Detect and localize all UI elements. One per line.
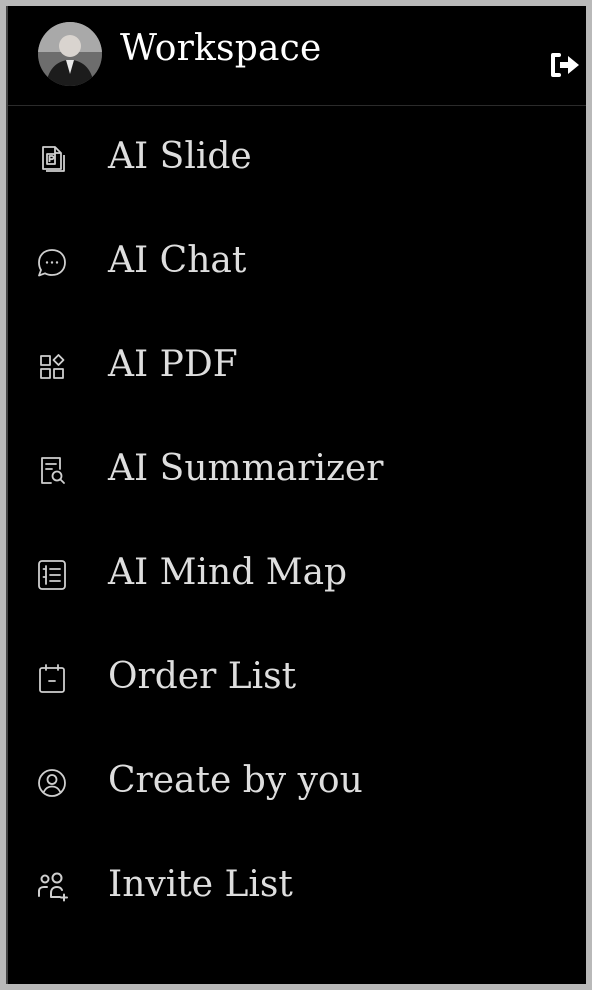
chat-bubble-icon: [34, 245, 70, 281]
sidebar-item-label: AI Slide: [108, 136, 252, 177]
slide-icon: [34, 141, 70, 177]
sidebar-item-ai-slide[interactable]: AI Slide: [8, 106, 586, 210]
workspace-title: Workspace: [120, 28, 322, 69]
sidebar-item-create-by-you[interactable]: Create by you: [8, 730, 586, 834]
user-avatar-icon: [38, 22, 102, 86]
sidebar-item-label: Create by you: [108, 760, 363, 801]
sidebar-item-label: AI Mind Map: [108, 552, 348, 593]
logout-button[interactable]: [548, 50, 582, 80]
calendar-minus-icon: [34, 661, 70, 697]
sidebar-header: Workspace: [8, 6, 586, 106]
sidebar-item-ai-pdf[interactable]: AI PDF: [8, 314, 586, 418]
avatar[interactable]: [38, 22, 102, 86]
logout-icon: [551, 53, 579, 77]
sidebar-item-ai-summarizer[interactable]: AI Summarizer: [8, 418, 586, 522]
sidebar-item-label: AI Summarizer: [108, 448, 384, 489]
sidebar-item-label: AI PDF: [108, 344, 238, 385]
sidebar-item-label: Invite List: [108, 864, 293, 905]
users-add-icon: [34, 869, 70, 905]
sidebar-item-ai-mind-map[interactable]: AI Mind Map: [8, 522, 586, 626]
grid-apps-icon: [34, 349, 70, 385]
sidebar-nav: AI Slide AI Chat AI PDF AI Summarizer AI…: [8, 106, 586, 938]
sidebar-item-label: Order List: [108, 656, 297, 697]
user-circle-icon: [34, 765, 70, 801]
sidebar: Workspace AI Slide AI Chat AI PDF AI Sum…: [6, 6, 586, 984]
list-outline-icon: [34, 557, 70, 593]
sidebar-item-order-list[interactable]: Order List: [8, 626, 586, 730]
document-search-icon: [34, 453, 70, 489]
sidebar-item-label: AI Chat: [108, 240, 247, 281]
sidebar-item-invite-list[interactable]: Invite List: [8, 834, 586, 938]
sidebar-item-ai-chat[interactable]: AI Chat: [8, 210, 586, 314]
